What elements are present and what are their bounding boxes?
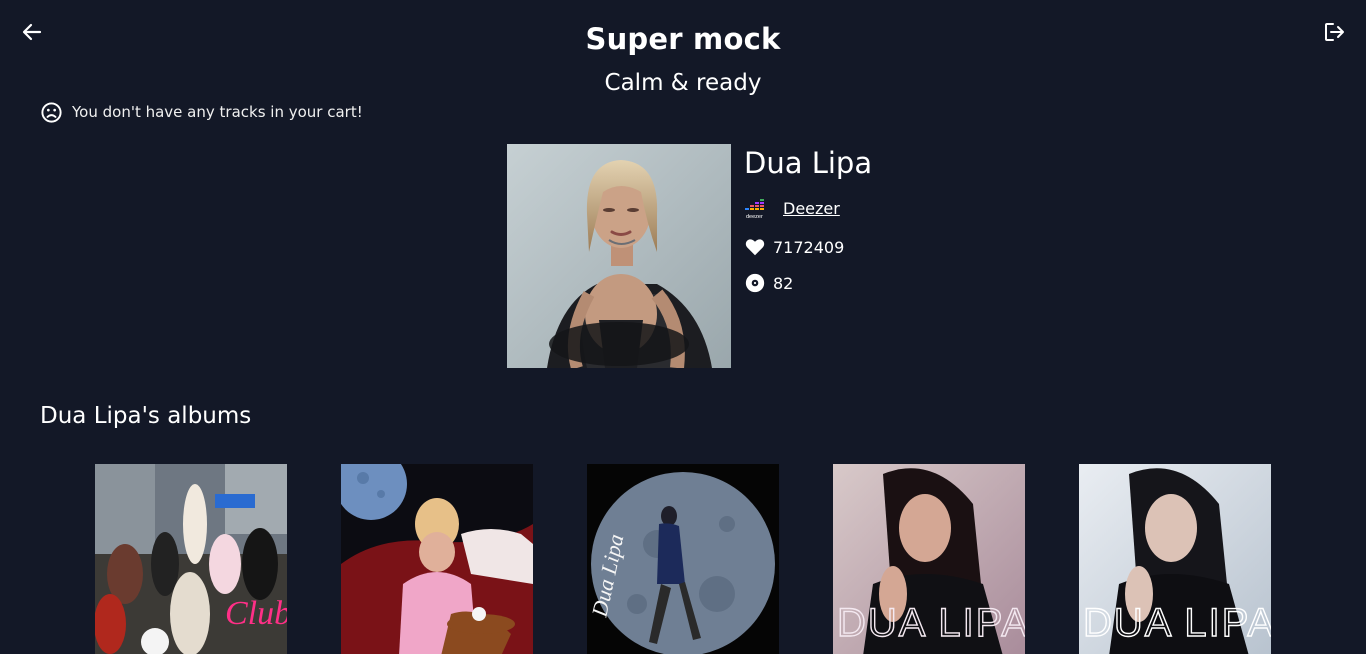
artist-photo [507,144,731,368]
artist-page: Super mock Calm & ready You don't have a… [0,0,1366,654]
artist-name: Dua Lipa [744,146,873,180]
artist-albums-row: 82 [744,272,793,294]
album-cover-dua-lipa-complete[interactable]: DUA LIPA [1079,464,1271,654]
svg-text:deezer: deezer [746,214,763,220]
album-cover-club[interactable]: Club [95,464,287,654]
album-cover-moonlight-edition[interactable]: Dua Lipa [587,464,779,654]
app-title: Super mock [585,22,781,56]
cart-notice: You don't have any tracks in your cart! [40,100,363,124]
deezer-link[interactable]: Deezer [783,199,840,218]
album-club-title: Club [225,595,287,632]
album-cover-dua-lipa-deluxe[interactable]: DUA LIPA [833,464,1025,654]
cart-message: You don't have any tracks in your cart! [72,103,363,121]
deezer-logo-icon: deezer [745,199,764,220]
heart-icon [745,239,765,256]
logout-button[interactable] [1322,20,1346,44]
artist-fans-row: 7172409 [744,236,844,258]
album-count: 82 [773,273,794,293]
logout-icon [1325,23,1344,41]
album-cover-future-nostalgia[interactable] [341,464,533,654]
app-subtitle: Calm & ready [604,70,762,96]
album-complete-title: DUA LIPA [1083,601,1271,645]
fan-count: 7172409 [773,237,845,257]
artist-source-row: deezer Deezer [744,196,840,220]
sad-face-icon [40,101,63,124]
album-deluxe-title: DUA LIPA [837,601,1025,645]
albums-heading: Dua Lipa's albums [40,403,252,429]
disc-icon [745,273,765,293]
